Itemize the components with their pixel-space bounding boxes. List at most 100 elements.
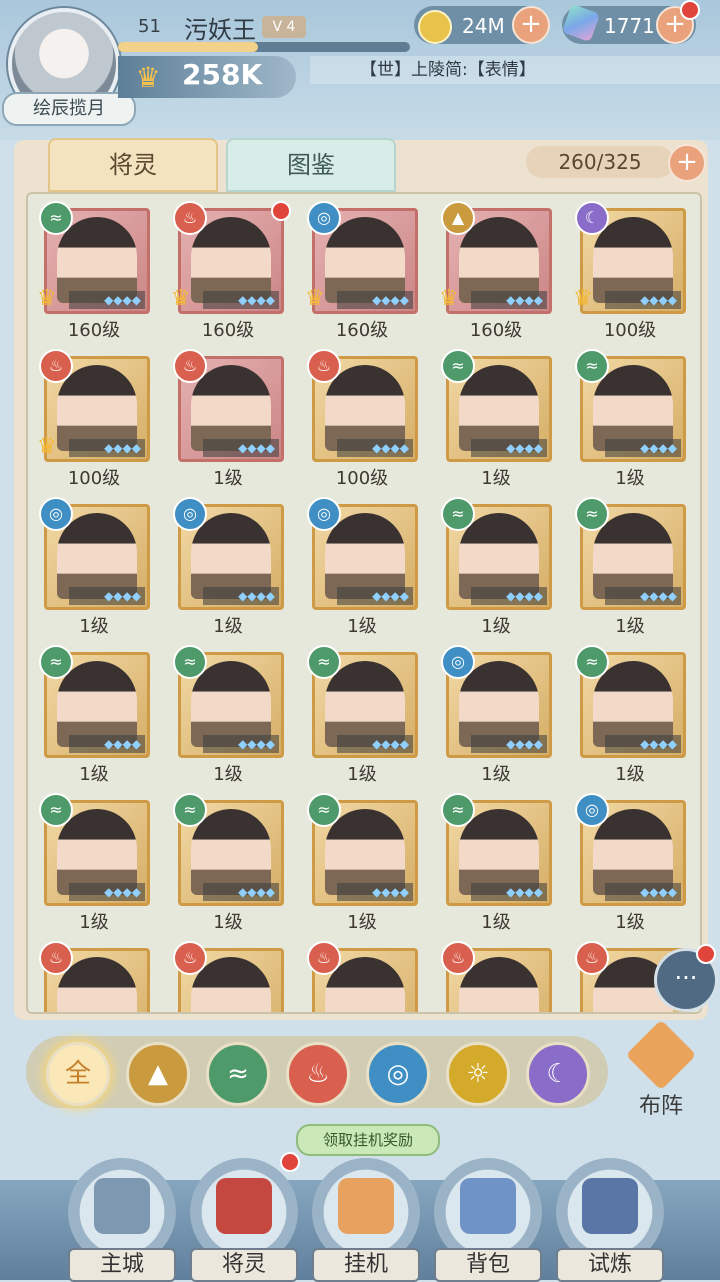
hero-card[interactable]: ≈ ◆◆◆◆: [441, 497, 552, 610]
nav-notification-dot: [280, 1152, 300, 1172]
hero-level: 1级: [213, 616, 243, 637]
wind-element-icon: ≈: [307, 793, 341, 827]
hero-card[interactable]: ♨ ◆◆◆◆ ♛: [171, 201, 291, 314]
tab-heroes[interactable]: 将灵: [48, 138, 218, 192]
hero-card[interactable]: ◎ ◆◆◆◆: [307, 497, 418, 610]
player-name: 污妖王: [184, 16, 256, 44]
chat-message: 【世】上陵简:【表情】: [360, 60, 536, 80]
star-rank-icon: ◆◆◆◆: [471, 883, 547, 901]
wind-element-icon: ≈: [575, 349, 609, 383]
world-chat-ticker[interactable]: 【世】上陵简:【表情】: [310, 56, 720, 84]
nav-label[interactable]: 背包: [434, 1248, 542, 1282]
star-rank-icon: ◆◆◆◆: [203, 439, 279, 457]
hero-card[interactable]: ≈ ◆◆◆◆: [307, 793, 418, 906]
lineup-button[interactable]: 布阵: [624, 1019, 698, 1119]
nav-label[interactable]: 将灵: [190, 1248, 298, 1282]
water-icon[interactable]: ◎: [366, 1042, 430, 1106]
hero-card[interactable]: ♨◆◆◆◆: [307, 349, 418, 462]
tab-codex[interactable]: 图鉴: [226, 138, 396, 192]
hero-card[interactable]: ◎ ◆◆◆◆: [575, 793, 686, 906]
banner-icon: [582, 1178, 638, 1234]
roster-expand-button[interactable]: +: [668, 144, 706, 182]
all-icon[interactable]: 全: [46, 1042, 110, 1106]
hero-level: 1级: [213, 764, 243, 785]
dark-element-icon: ☾: [575, 201, 609, 235]
fire-element-icon: ♨: [575, 941, 609, 975]
wind-element-icon: ≈: [39, 645, 73, 679]
hero-card[interactable]: ≈ ◆◆◆◆: [575, 349, 686, 462]
power-icon: ♛: [135, 61, 161, 94]
star-rank-icon: ◆◆◆◆: [69, 883, 145, 901]
wind-element-icon: ≈: [441, 497, 475, 531]
coin-add-button[interactable]: +: [512, 6, 550, 44]
hero-card[interactable]: ◎ ◆◆◆◆: [441, 645, 552, 758]
star-rank-icon: ◆◆◆◆: [69, 439, 145, 457]
hero-card[interactable]: ♨ ◆◆◆◆ ♛: [37, 349, 150, 462]
mountain-icon[interactable]: ▲: [126, 1042, 190, 1106]
hero-card[interactable]: ♨◆◆◆◆: [441, 941, 552, 1012]
hero-card[interactable]: ≈ ◆◆◆◆: [575, 497, 686, 610]
hero-card[interactable]: ≈ ◆◆◆◆: [173, 793, 284, 906]
hero-card[interactable]: ▲ ◆◆◆◆ ♛: [439, 201, 552, 314]
hero-card[interactable]: ≈ ◆◆◆◆: [173, 645, 284, 758]
crown-icon: ♛: [37, 434, 57, 459]
fire-icon[interactable]: ♨: [286, 1042, 350, 1106]
coin-value: 24M: [462, 14, 505, 38]
hero-level: 1级: [347, 764, 377, 785]
hero-level: 1级: [347, 616, 377, 637]
star-rank-icon: ◆◆◆◆: [471, 735, 547, 753]
crown-icon: ♛: [305, 286, 325, 311]
star-rank-icon: ◆◆◆◆: [337, 587, 413, 605]
wind-element-icon: ≈: [441, 349, 475, 383]
crown-icon: ♛: [573, 286, 593, 311]
hero-card[interactable]: ≈ ◆◆◆◆: [575, 645, 686, 758]
hero-card[interactable]: ≈ ◆◆◆◆: [307, 645, 418, 758]
hero-card[interactable]: ◎ ◆◆◆◆: [39, 497, 150, 610]
nav-label[interactable]: 挂机: [312, 1248, 420, 1282]
dark-icon[interactable]: ☾: [526, 1042, 590, 1106]
star-rank-icon: ◆◆◆◆: [471, 439, 547, 457]
water-element-icon: ◎: [441, 645, 475, 679]
star-rank-icon: ◆◆◆◆: [605, 291, 681, 309]
hero-level: 100级: [335, 468, 389, 489]
star-rank-icon: ◆◆◆◆: [69, 735, 145, 753]
hero-level: 160级: [67, 320, 121, 341]
hero-level: 1级: [615, 468, 645, 489]
star-rank-icon: ◆◆◆◆: [471, 291, 547, 309]
hero-level: 1级: [79, 912, 109, 933]
hero-card[interactable]: ♨◆◆◆◆: [39, 941, 150, 1012]
hero-level: 1级: [213, 468, 243, 489]
water-element-icon: ◎: [575, 793, 609, 827]
hero-level: 160级: [335, 320, 389, 341]
crown-icon: ♛: [37, 286, 57, 311]
hero-card[interactable]: ◎ ◆◆◆◆: [173, 497, 284, 610]
hero-card[interactable]: ≈ ◆◆◆◆: [39, 645, 150, 758]
exp-bar: [118, 42, 410, 52]
hero-card[interactable]: ◎ ◆◆◆◆ ♛: [305, 201, 418, 314]
hero-grid: ≈ ◆◆◆◆ ♛ 160级 ♨ ◆◆◆◆ ♛ 160级 ◎ ◆◆◆◆ ♛ 160级 ▲ ◆◆◆◆ ♛ 160级…: [26, 192, 702, 1014]
wind-icon[interactable]: ≈: [206, 1042, 270, 1106]
hero-card[interactable]: ≈ ◆◆◆◆: [39, 793, 150, 906]
sun-icon[interactable]: ☼: [446, 1042, 510, 1106]
hero-card[interactable]: ♨◆◆◆◆: [173, 941, 284, 1012]
nav-label[interactable]: 主城: [68, 1248, 176, 1282]
hero-level: 1级: [79, 616, 109, 637]
water-element-icon: ◎: [173, 497, 207, 531]
hero-level: 100级: [603, 320, 657, 341]
bag-icon: [460, 1178, 516, 1234]
hero-card[interactable]: ≈ ◆◆◆◆ ♛: [37, 201, 150, 314]
hero-card[interactable]: ♨◆◆◆◆: [173, 349, 284, 462]
vip-badge[interactable]: V 4: [262, 16, 306, 38]
fire-element-icon: ♨: [441, 941, 475, 975]
hero-card[interactable]: ☾ ◆◆◆◆ ♛: [573, 201, 686, 314]
nav-label[interactable]: 试炼: [556, 1248, 664, 1282]
hero-card[interactable]: ≈ ◆◆◆◆: [441, 793, 552, 906]
star-rank-icon: ◆◆◆◆: [605, 439, 681, 457]
player-level: 51: [138, 16, 161, 37]
hero-card[interactable]: ≈ ◆◆◆◆: [441, 349, 552, 462]
hero-card[interactable]: ♨◆◆◆◆: [307, 941, 418, 1012]
exp-bar-fill: [118, 42, 259, 52]
wind-element-icon: ≈: [39, 793, 73, 827]
idle-reward-tip[interactable]: 领取挂机奖励: [296, 1124, 440, 1156]
wind-element-icon: ≈: [575, 645, 609, 679]
